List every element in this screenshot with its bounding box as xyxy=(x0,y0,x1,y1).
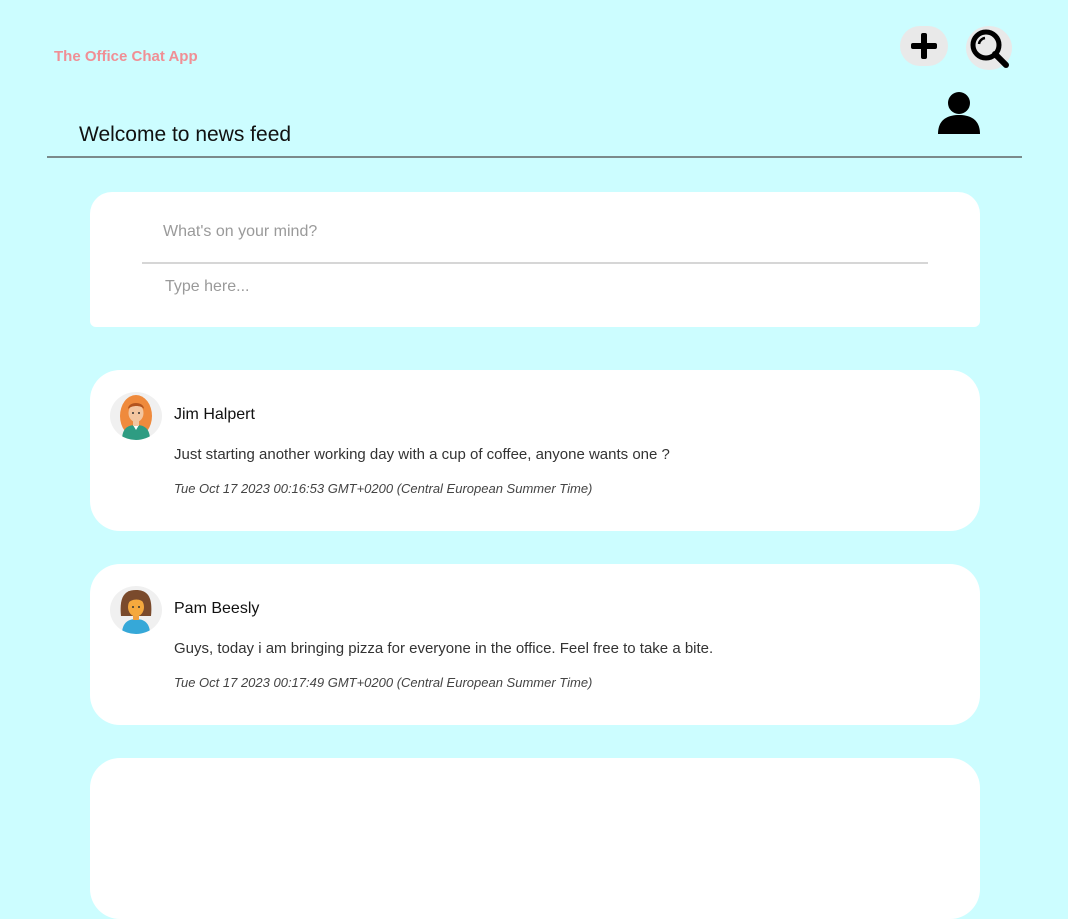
post-timestamp: Tue Oct 17 2023 00:16:53 GMT+0200 (Centr… xyxy=(174,481,593,496)
post-timestamp: Tue Oct 17 2023 00:17:49 GMT+0200 (Centr… xyxy=(174,675,593,690)
post-author[interactable]: Pam Beesly xyxy=(174,600,259,618)
man-avatar[interactable] xyxy=(110,392,162,440)
page-title: Welcome to news feed xyxy=(79,123,292,146)
profile-button[interactable] xyxy=(935,88,983,136)
post-card: Pam Beesly Guys, today i am bringing piz… xyxy=(90,564,980,725)
post-card: Jim Halpert Just starting another workin… xyxy=(90,370,980,531)
post-text: Just starting another working day with a… xyxy=(174,446,670,463)
search-button[interactable] xyxy=(966,26,1012,70)
post-body-input[interactable] xyxy=(165,278,925,312)
composer-divider xyxy=(142,262,928,264)
plus-icon xyxy=(911,33,937,59)
search-icon xyxy=(970,29,1009,68)
header-divider xyxy=(47,156,1022,158)
woman-avatar[interactable] xyxy=(110,586,162,634)
user-icon xyxy=(938,92,980,134)
new-post-composer xyxy=(90,192,980,327)
post-card xyxy=(90,758,980,919)
app-title: The Office Chat App xyxy=(54,48,198,65)
post-text: Guys, today i am bringing pizza for ever… xyxy=(174,640,714,657)
post-title-input[interactable] xyxy=(163,214,923,250)
add-post-button[interactable] xyxy=(900,26,948,66)
post-author[interactable]: Jim Halpert xyxy=(174,406,255,424)
